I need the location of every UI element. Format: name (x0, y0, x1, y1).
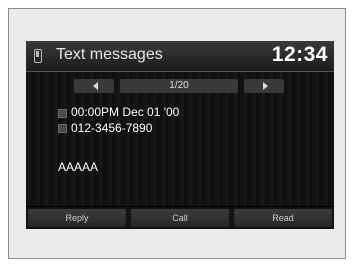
call-button[interactable]: Call (131, 209, 229, 227)
screen-title: Text messages (56, 46, 163, 63)
clock: 12:34 (271, 43, 328, 66)
read-button[interactable]: Read (234, 209, 332, 227)
sender-number-icon (58, 124, 67, 133)
message-text: AAAAA (58, 160, 99, 174)
sender-number: 012-3456-7890 (71, 121, 153, 135)
header-bar: Text messages 12:34 (26, 41, 334, 72)
arrow-left-icon (93, 82, 98, 90)
arrow-right-icon (263, 82, 268, 90)
reply-button[interactable]: Reply (28, 209, 126, 227)
message-datetime: 00:00PM Dec 01 '00 (71, 105, 180, 119)
previous-message-button[interactable] (74, 79, 114, 93)
action-bar: Reply Call Read (26, 207, 334, 229)
display-screen: Text messages 12:34 1/20 00:00PM Dec 01 … (26, 41, 334, 229)
time-icon (58, 109, 67, 118)
page-indicator: 1/20 (169, 80, 189, 91)
phone-icon (34, 49, 42, 63)
message-pager: 1/20 (74, 79, 284, 93)
next-message-button[interactable] (244, 79, 284, 93)
